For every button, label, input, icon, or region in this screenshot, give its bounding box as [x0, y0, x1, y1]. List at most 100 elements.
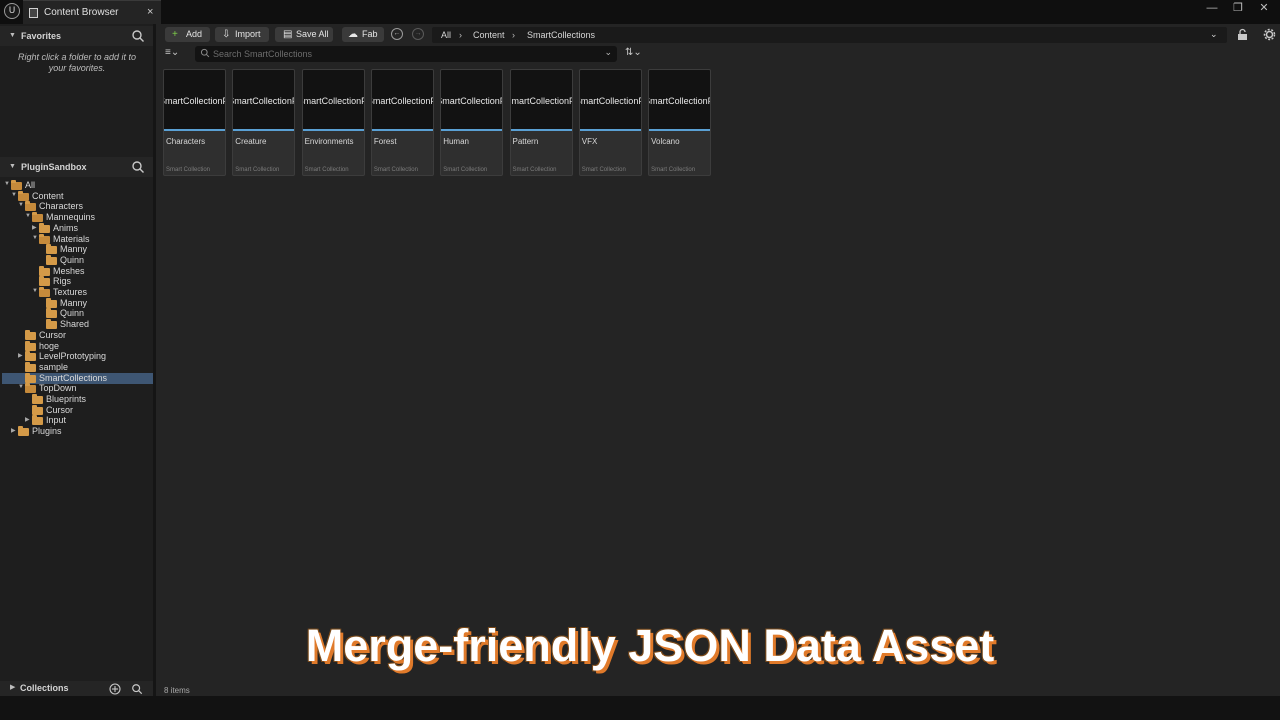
expanded-arrow-icon[interactable]: ▼ — [18, 202, 24, 208]
thumbnail-label: SmartCollectionF — [233, 96, 295, 106]
tree-item-quinn[interactable]: Quinn — [2, 308, 153, 319]
back-icon[interactable]: ← — [391, 28, 403, 40]
add-button[interactable]: + Add — [165, 27, 210, 42]
tree-item-cursor[interactable]: Cursor — [2, 404, 153, 416]
tree-item-label: Blueprints — [46, 394, 87, 404]
asset-tile-pattern[interactable]: SmartCollectionF Pattern Smart Collection — [509, 69, 573, 176]
tree-item-hoge[interactable]: hoge — [2, 340, 153, 352]
tree-item-rigs[interactable]: Rigs — [2, 276, 153, 287]
tree-item-manny[interactable]: Manny — [2, 244, 153, 255]
import-button[interactable]: ⇩ Import — [215, 27, 269, 42]
asset-type: Smart Collection — [166, 167, 211, 173]
settings-gear-icon[interactable] — [1263, 28, 1276, 41]
filter-icon[interactable]: ≡⌄ — [165, 47, 179, 58]
collapsed-arrow-icon[interactable]: ▶ — [25, 416, 31, 423]
expanded-arrow-icon[interactable]: ▼ — [4, 181, 10, 187]
add-button-label: Add — [186, 29, 203, 39]
expanded-arrow-icon[interactable]: ▼ — [25, 213, 31, 219]
asset-tile-human[interactable]: SmartCollectionF Human Smart Collection — [440, 69, 504, 176]
tree-item-input[interactable]: ▶ Input — [2, 415, 153, 426]
asset-tile-volcano[interactable]: SmartCollectionF Volcano Smart Collection — [648, 69, 712, 176]
save-all-button[interactable]: ▤ Save All — [275, 27, 333, 42]
minimize-button[interactable]: — — [1202, 1, 1222, 17]
favorites-title: Favorites — [21, 31, 62, 41]
restore-button[interactable]: ❐ — [1228, 1, 1248, 17]
tree-item-label: Plugins — [32, 426, 62, 437]
folder-icon — [25, 372, 36, 383]
tree-item-sample[interactable]: sample — [2, 361, 153, 373]
tree-item-blueprints[interactable]: Blueprints — [2, 394, 153, 405]
asset-tile-forest[interactable]: SmartCollectionF Forest Smart Collection — [370, 69, 434, 176]
expanded-arrow-icon[interactable]: ▼ — [32, 288, 38, 294]
tree-item-label: All — [25, 180, 36, 190]
chevron-down-icon[interactable]: ⌄ — [1210, 28, 1218, 40]
folder-icon — [18, 426, 29, 437]
search-field[interactable]: ⌄ — [195, 46, 617, 62]
search-icon[interactable] — [131, 683, 143, 695]
project-header[interactable]: ▼ PluginSandbox — [0, 157, 153, 177]
tree-item-levelprototyping[interactable]: ▶ LevelPrototyping — [2, 351, 153, 362]
sort-icon[interactable]: ⇅⌄ — [625, 47, 642, 58]
thumbnail-label: SmartCollectionF — [372, 96, 433, 106]
tree-item-shared[interactable]: Shared — [2, 319, 153, 330]
breadcrumb-item-all[interactable]: All — [441, 29, 451, 41]
expanded-arrow-icon[interactable]: ▼ — [32, 235, 38, 241]
tree-item-content[interactable]: ▼ Content — [2, 190, 153, 202]
tree-item-topdown[interactable]: ▼ TopDown — [2, 383, 153, 394]
breadcrumb-item-smartcollections[interactable]: SmartCollections — [527, 29, 595, 41]
status-bar — [0, 696, 1280, 720]
fab-button[interactable]: ☁ Fab — [342, 27, 384, 42]
forward-icon[interactable]: → — [412, 28, 424, 40]
expand-caret-icon[interactable]: ▶ — [10, 683, 15, 691]
collapse-caret-icon[interactable]: ▼ — [9, 32, 16, 39]
tree-item-plugins[interactable]: ▶ Plugins — [2, 426, 153, 437]
collapsed-arrow-icon[interactable]: ▶ — [32, 224, 38, 231]
asset-thumbnail: SmartCollectionF — [649, 70, 711, 131]
collapsed-arrow-icon[interactable]: ▶ — [11, 427, 17, 434]
collapse-caret-icon[interactable]: ▼ — [9, 163, 16, 170]
tree-item-label: LevelPrototyping — [39, 351, 107, 362]
search-icon[interactable] — [131, 160, 145, 174]
tree-item-label: Meshes — [53, 265, 85, 276]
tree-item-characters[interactable]: ▼ Characters — [2, 201, 153, 212]
asset-type: Smart Collection — [443, 167, 488, 173]
breadcrumb-separator[interactable]: › — [459, 29, 462, 41]
chevron-down-icon[interactable]: ⌄ — [604, 47, 612, 58]
tree-item-anims[interactable]: ▶ Anims — [2, 222, 153, 234]
search-icon[interactable] — [131, 29, 145, 43]
tree-item-quinn[interactable]: Quinn — [2, 254, 153, 266]
asset-tile-characters[interactable]: SmartCollectionF Characters Smart Collecti… — [163, 69, 226, 176]
tree-item-manny[interactable]: Manny — [2, 297, 153, 309]
favorites-header[interactable]: ▼ Favorites — [0, 26, 153, 46]
close-window-button[interactable]: ✕ — [1254, 1, 1274, 17]
tree-item-mannequins[interactable]: ▼ Mannequins — [2, 212, 153, 223]
asset-thumbnail: SmartCollectionF — [579, 70, 641, 131]
asset-tile-vfx[interactable]: SmartCollectionF VFX Smart Collection — [578, 69, 642, 176]
tree-item-cursor[interactable]: Cursor — [2, 329, 153, 341]
expanded-arrow-icon[interactable]: ▼ — [18, 384, 24, 390]
tab-close-icon[interactable]: × — [147, 5, 153, 19]
tree-item-label: sample — [39, 361, 69, 372]
tree-item-materials[interactable]: ▼ Materials — [2, 233, 153, 245]
breadcrumb-separator[interactable]: › — [512, 29, 515, 41]
expanded-arrow-icon[interactable]: ▼ — [11, 192, 17, 198]
tree-item-all[interactable]: ▼ All — [2, 180, 153, 191]
item-count: 8 items — [164, 686, 190, 695]
tree-item-label: SmartCollections — [39, 372, 108, 383]
add-collection-icon[interactable] — [109, 683, 121, 695]
unreal-logo-icon[interactable]: U — [4, 3, 20, 19]
tree-item-label: Rigs — [53, 276, 72, 287]
search-input[interactable] — [213, 47, 593, 61]
collections-header[interactable]: ▶ Collections — [0, 681, 153, 696]
breadcrumb-item-content[interactable]: Content — [473, 29, 505, 41]
tree-item-meshes[interactable]: Meshes — [2, 265, 153, 277]
tree-item-smartcollections[interactable]: SmartCollections — [2, 372, 153, 384]
tree-item-textures[interactable]: ▼ Textures — [2, 287, 153, 298]
thumbnail-label: SmartCollectionF — [164, 96, 225, 106]
favorites-hint: Right click a folder to add it to your f… — [17, 52, 137, 73]
asset-tile-creature[interactable]: SmartCollectionF Creature Smart Collection — [232, 69, 296, 176]
asset-tile-environments[interactable]: SmartCollectionF Environments Smart Collec… — [301, 69, 365, 176]
collapsed-arrow-icon[interactable]: ▶ — [18, 352, 24, 359]
tab-content-browser[interactable]: Content Browser × — [23, 0, 161, 24]
lock-icon[interactable] — [1237, 28, 1249, 41]
